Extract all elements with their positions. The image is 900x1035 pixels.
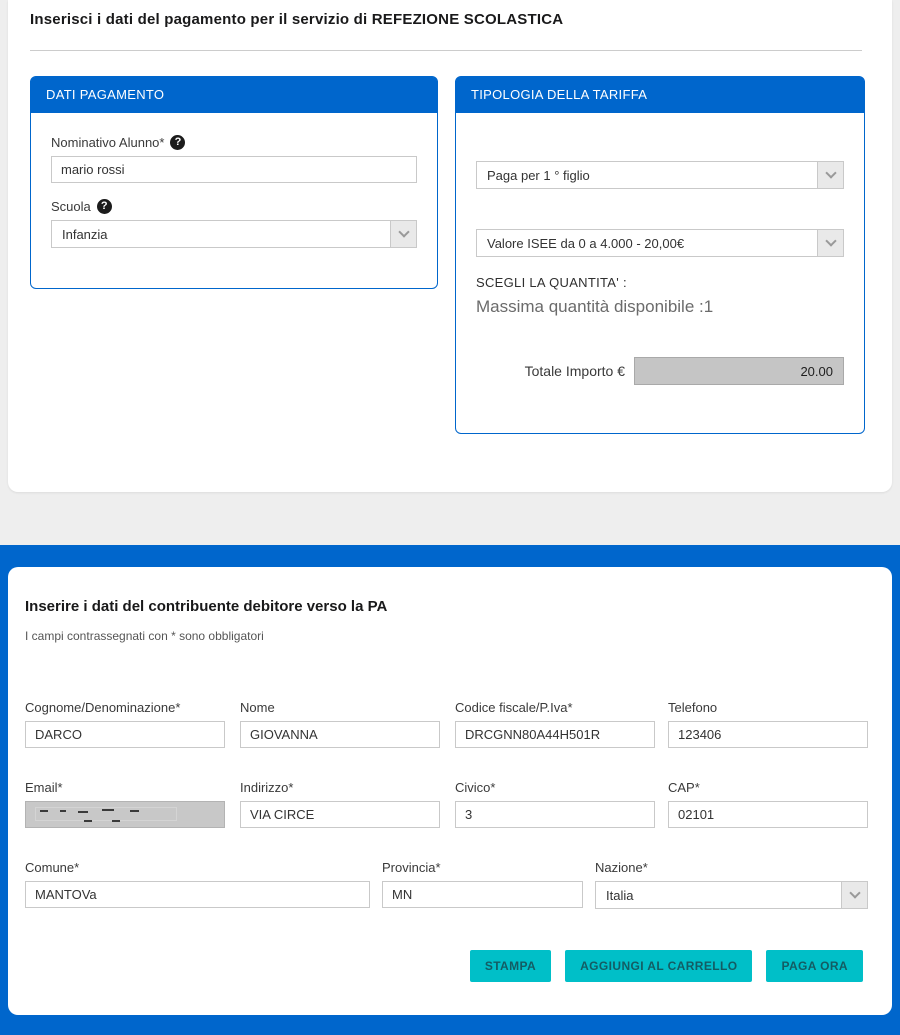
street-number-field: Civico*	[455, 780, 655, 828]
print-button[interactable]: STAMPA	[470, 950, 551, 982]
address-field: Indirizzo*	[240, 780, 440, 828]
debtor-subtitle: I campi contrassegnati con * sono obblig…	[25, 629, 264, 643]
email-input-redacted	[25, 801, 225, 828]
isee-select-value: Valore ISEE da 0 a 4.000 - 20,00€	[477, 236, 817, 251]
surname-input[interactable]	[25, 721, 225, 748]
city-field: Comune*	[25, 860, 370, 908]
payment-card: Inserisci i dati del pagamento per il se…	[8, 0, 892, 492]
email-field: Email*	[25, 780, 225, 828]
country-select[interactable]: Italia	[595, 881, 868, 909]
email-label: Email*	[25, 780, 225, 795]
tipologia-tariffa-body: Paga per 1 ° figlio Valore ISEE da 0 a 4…	[456, 161, 864, 385]
dati-pagamento-body: Nominativo Alunno* ? Scuola ? Infanzia	[31, 135, 437, 248]
isee-select[interactable]: Valore ISEE da 0 a 4.000 - 20,00€	[476, 229, 844, 257]
province-label: Provincia*	[382, 860, 583, 875]
name-label: Nome	[240, 700, 440, 715]
city-input[interactable]	[25, 881, 370, 908]
name-field: Nome	[240, 700, 440, 748]
zip-label: CAP*	[668, 780, 868, 795]
chevron-down-icon[interactable]	[841, 882, 867, 908]
total-label: Totale Importo €	[525, 363, 625, 379]
fiscal-code-field: Codice fiscale/P.Iva*	[455, 700, 655, 748]
chevron-down-icon[interactable]	[390, 221, 416, 247]
dati-pagamento-panel: DATI PAGAMENTO Nominativo Alunno* ? Scuo…	[30, 76, 438, 289]
zip-input[interactable]	[668, 801, 868, 828]
school-select[interactable]: Infanzia	[51, 220, 417, 248]
school-label: Scuola ?	[51, 199, 417, 214]
street-number-input[interactable]	[455, 801, 655, 828]
chevron-down-icon[interactable]	[817, 230, 843, 256]
total-amount-input	[634, 357, 844, 385]
country-label: Nazione*	[595, 860, 868, 875]
street-number-label: Civico*	[455, 780, 655, 795]
student-name-label-text: Nominativo Alunno*	[51, 135, 164, 150]
help-icon[interactable]: ?	[97, 199, 112, 214]
zip-field: CAP*	[668, 780, 868, 828]
address-input[interactable]	[240, 801, 440, 828]
student-name-label: Nominativo Alunno* ?	[51, 135, 417, 150]
student-name-input[interactable]	[51, 156, 417, 183]
child-select-value: Paga per 1 ° figlio	[477, 168, 817, 183]
action-buttons: STAMPA AGGIUNGI AL CARRELLO PAGA ORA	[470, 950, 863, 982]
surname-field: Cognome/Denominazione*	[25, 700, 225, 748]
child-select[interactable]: Paga per 1 ° figlio	[476, 161, 844, 189]
debtor-card: Inserire i dati del contribuente debitor…	[8, 567, 892, 1015]
phone-label: Telefono	[668, 700, 868, 715]
title-divider	[30, 50, 862, 51]
city-label: Comune*	[25, 860, 370, 875]
phone-field: Telefono	[668, 700, 868, 748]
pay-now-button[interactable]: PAGA ORA	[766, 950, 863, 982]
province-field: Provincia*	[382, 860, 583, 908]
dati-pagamento-header: DATI PAGAMENTO	[31, 77, 437, 113]
page-title: Inserisci i dati del pagamento per il se…	[30, 11, 563, 28]
fiscal-code-input[interactable]	[455, 721, 655, 748]
province-input[interactable]	[382, 881, 583, 908]
help-icon[interactable]: ?	[170, 135, 185, 150]
tipologia-tariffa-panel: TIPOLOGIA DELLA TARIFFA Paga per 1 ° fig…	[455, 76, 865, 434]
address-label: Indirizzo*	[240, 780, 440, 795]
country-select-value: Italia	[596, 888, 841, 903]
add-to-cart-button[interactable]: AGGIUNGI AL CARRELLO	[565, 950, 752, 982]
school-label-text: Scuola	[51, 199, 91, 214]
debtor-title: Inserire i dati del contribuente debitor…	[25, 598, 387, 615]
fiscal-code-label: Codice fiscale/P.Iva*	[455, 700, 655, 715]
surname-label: Cognome/Denominazione*	[25, 700, 225, 715]
quantity-heading: SCEGLI LA QUANTITA' :	[476, 275, 844, 290]
school-select-value: Infanzia	[52, 227, 390, 242]
phone-input[interactable]	[668, 721, 868, 748]
country-field: Nazione* Italia	[595, 860, 868, 909]
total-row: Totale Importo €	[476, 357, 844, 385]
name-input[interactable]	[240, 721, 440, 748]
tipologia-tariffa-header: TIPOLOGIA DELLA TARIFFA	[456, 77, 864, 113]
max-quantity-text: Massima quantità disponibile :1	[476, 297, 844, 317]
chevron-down-icon[interactable]	[817, 162, 843, 188]
